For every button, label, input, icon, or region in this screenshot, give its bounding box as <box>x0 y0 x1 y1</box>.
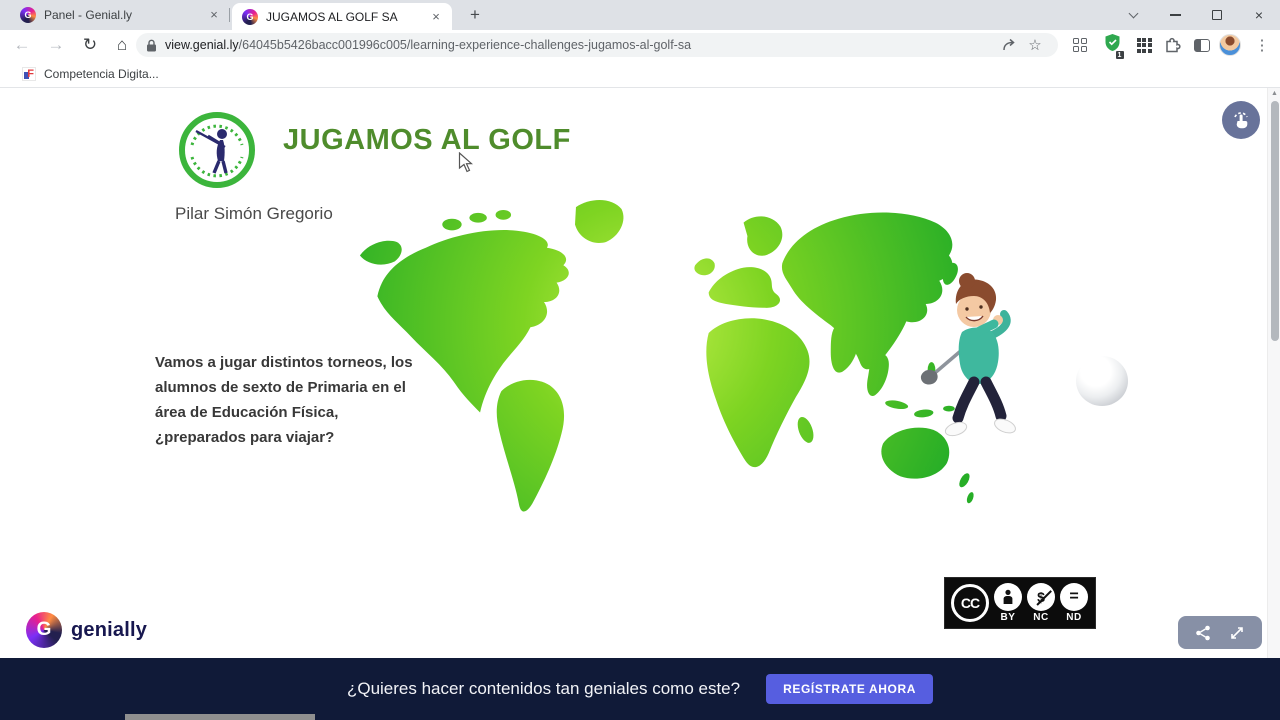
chevron-down-icon <box>1128 8 1138 19</box>
golfer-character <box>920 273 1016 437</box>
avatar-icon <box>1219 34 1241 56</box>
world-map <box>359 200 974 512</box>
browser-toolbar: ← → ↻ ⌂ view.genial.ly/64045b5426bacc001… <box>0 30 1280 60</box>
click-hand-icon <box>1234 112 1248 129</box>
cc-by-icon <box>994 583 1022 611</box>
genially-wordmark: genially <box>71 618 148 641</box>
bookmark-item[interactable]: Competencia Digita... <box>44 67 159 81</box>
tab-close-icon[interactable]: × <box>206 7 222 23</box>
mouse-cursor <box>458 152 473 173</box>
maximize-icon <box>1212 10 1222 20</box>
fullscreen-button[interactable] <box>1229 625 1245 641</box>
genially-brand-link[interactable]: G genially <box>26 612 147 648</box>
bookmarks-bar: F Competencia Digita... <box>0 60 1280 88</box>
side-panel-button[interactable] <box>1188 30 1216 60</box>
maximize-button[interactable] <box>1196 0 1238 30</box>
genially-favicon-icon: G <box>20 7 36 23</box>
interactive-indicator-button[interactable] <box>1222 101 1260 139</box>
page-title: JUGAMOS AL GOLF <box>283 124 571 156</box>
tab-strip: G Panel - Genial.ly × G JUGAMOS AL GOLF … <box>0 0 1280 30</box>
cc-nc-icon: $ <box>1027 583 1055 611</box>
cc-nc-label: NC <box>1033 612 1049 623</box>
new-tab-button[interactable]: + <box>462 3 488 27</box>
cc-nd-icon: = <box>1060 583 1088 611</box>
window-controls: × <box>1112 0 1280 30</box>
tab-close-icon[interactable]: × <box>428 9 444 25</box>
tab-search-button[interactable] <box>1112 0 1154 30</box>
browser-menu-button[interactable]: ⋮ <box>1248 30 1276 60</box>
bottom-progress-fragment <box>125 714 315 720</box>
cc-nd-label: ND <box>1066 612 1082 623</box>
author-name: Pilar Simón Gregorio <box>175 204 333 223</box>
genially-promo-banner: ¿Quieres hacer contenidos tan geniales c… <box>0 658 1280 720</box>
share-icon <box>1002 38 1015 51</box>
tab-panel-genially[interactable]: G Panel - Genial.ly × <box>10 0 230 30</box>
cc-license-badge[interactable]: CC BY $ NC = ND <box>944 577 1096 629</box>
grid-2x2-icon <box>1073 38 1087 52</box>
workspaces-extension-button[interactable] <box>1066 30 1094 60</box>
url-text: view.genial.ly/64045b5426bacc001996c005/… <box>165 38 996 52</box>
extension-badge: 1 <box>1114 50 1125 60</box>
scrollbar-thumb[interactable] <box>1270 101 1279 341</box>
cc-by-label: BY <box>1000 612 1016 623</box>
side-panel-icon <box>1194 38 1210 52</box>
golf-ball <box>1076 356 1128 406</box>
url-path: /64045b5426bacc001996c005/learning-exper… <box>238 38 692 52</box>
paragraph-line: ¿preparados para viajar? <box>155 429 335 446</box>
viewer-actions <box>1178 616 1262 649</box>
browser-window: G Panel - Genial.ly × G JUGAMOS AL GOLF … <box>0 0 1280 720</box>
share-button[interactable] <box>1195 625 1211 641</box>
genially-favicon-icon: G <box>242 8 258 25</box>
genially-logo-icon: G <box>26 612 62 648</box>
back-button[interactable]: ← <box>8 30 36 60</box>
tab-jugamos-al-golf[interactable]: G JUGAMOS AL GOLF SA × <box>232 3 452 30</box>
page-content: JUGAMOS AL GOLF Pilar Simón Gregorio Vam… <box>0 88 1280 658</box>
paragraph-line: Vamos a jugar distintos torneos, los <box>155 354 413 371</box>
intro-paragraph: Vamos a jugar distintos torneos, los alu… <box>155 350 435 450</box>
close-button[interactable]: × <box>1238 0 1280 30</box>
shield-icon: 1 <box>1104 33 1125 60</box>
golf-club-logo <box>179 112 255 188</box>
adblock-extension-button[interactable]: 1 <box>1098 30 1126 60</box>
share-page-button[interactable] <box>996 38 1022 52</box>
url-domain: view.genial.ly <box>165 38 239 52</box>
grid-extension-button[interactable] <box>1130 30 1158 60</box>
lock-icon <box>147 39 156 51</box>
bookmark-star-button[interactable]: ☆ <box>1022 36 1048 54</box>
register-now-button[interactable]: REGÍSTRATE AHORA <box>766 674 934 704</box>
reload-button[interactable]: ↻ <box>76 30 104 60</box>
minimize-icon <box>1169 14 1181 16</box>
address-bar[interactable]: view.genial.ly/64045b5426bacc001996c005/… <box>136 33 1058 57</box>
cc-logo-icon: CC <box>951 584 989 622</box>
bookmark-favicon-icon: F <box>22 66 36 81</box>
banner-question: ¿Quieres hacer contenidos tan geniales c… <box>346 679 741 698</box>
tab-title: JUGAMOS AL GOLF SA <box>266 9 398 24</box>
profile-avatar[interactable] <box>1216 30 1244 60</box>
grid-3x3-icon <box>1136 37 1152 53</box>
page-scrollbar[interactable]: ▲ <box>1267 88 1280 658</box>
extensions-button[interactable] <box>1158 30 1186 60</box>
paragraph-line: alumnos de sexto de Primaria en el <box>155 379 406 396</box>
puzzle-icon <box>1165 37 1181 52</box>
home-button[interactable]: ⌂ <box>108 30 136 60</box>
tab-title: Panel - Genial.ly <box>44 8 133 22</box>
forward-button[interactable]: → <box>42 30 70 60</box>
minimize-button[interactable] <box>1154 0 1196 30</box>
paragraph-line: área de Educación Física, <box>155 404 339 421</box>
scroll-up-icon[interactable]: ▲ <box>1270 90 1279 97</box>
